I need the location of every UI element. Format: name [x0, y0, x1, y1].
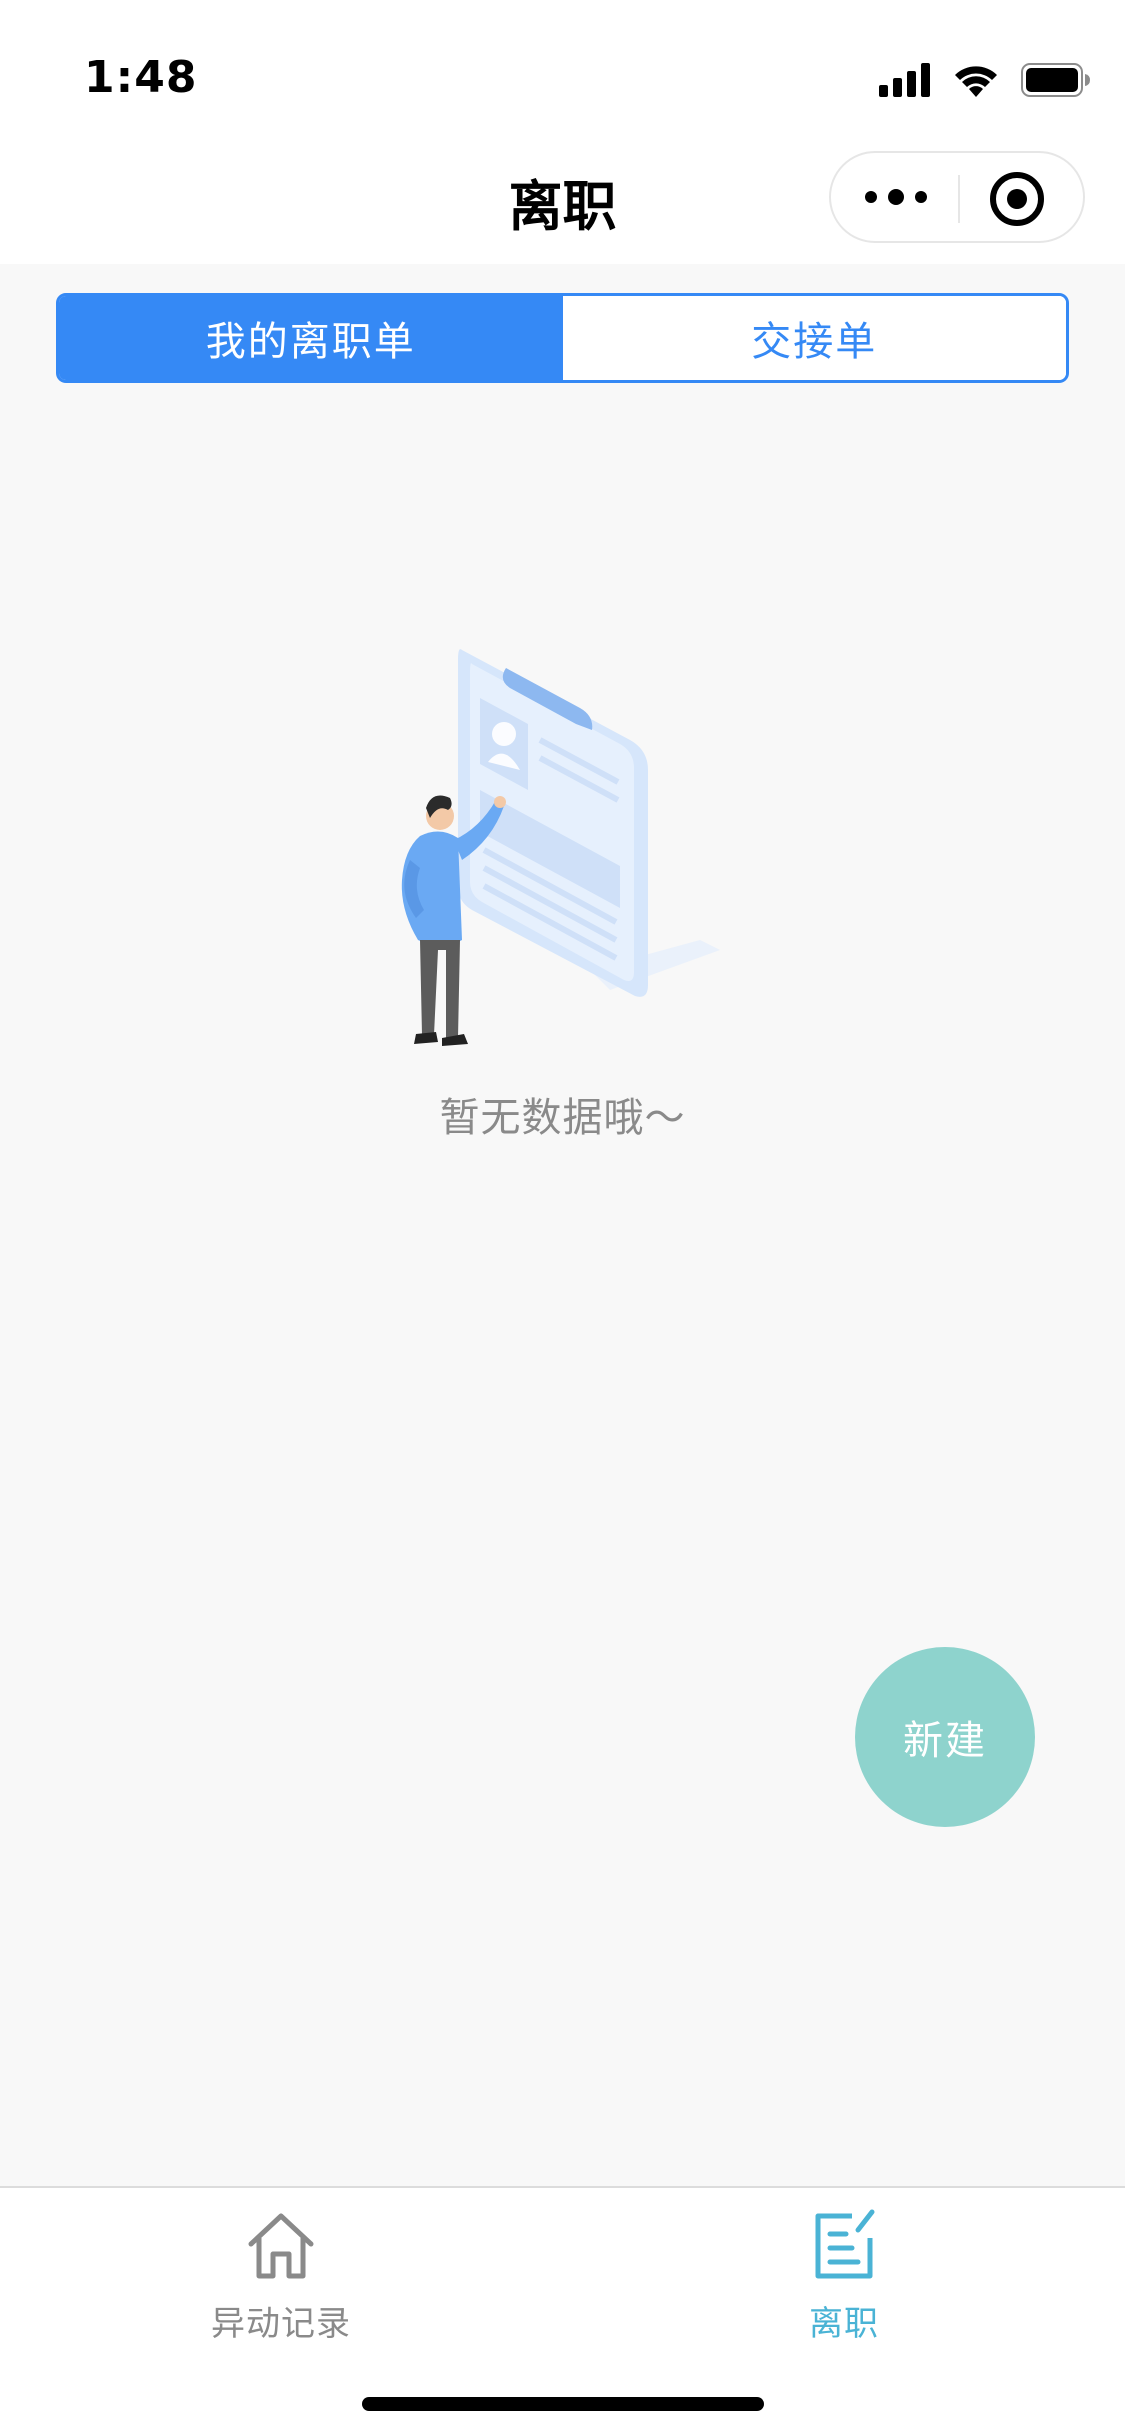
tabbar-item-records[interactable]: 异动记录	[151, 2208, 411, 2358]
capsule-divider	[958, 175, 960, 223]
empty-clipboard-illustration	[401, 649, 720, 1046]
wifi-icon	[955, 66, 997, 97]
empty-state-message: 暂无数据哦～	[439, 1095, 686, 1141]
tabbar-item-resignation[interactable]: 离职	[714, 2208, 974, 2358]
battery-icon	[1021, 63, 1090, 97]
nav-bar: 离职	[0, 132, 1125, 264]
tabbar-label-resignation: 离职	[809, 2304, 879, 2344]
status-icons	[879, 60, 1091, 100]
target-icon[interactable]	[987, 169, 1047, 229]
signal-icon	[879, 63, 930, 97]
home-indicator	[362, 2397, 764, 2411]
mini-program-capsule	[829, 151, 1085, 243]
tabbar-label-records: 异动记录	[211, 2304, 351, 2344]
tab-my-resignation[interactable]: 我的离职单	[59, 296, 563, 380]
status-time: 1:48	[84, 52, 198, 103]
status-bar: 1:48	[0, 0, 1125, 132]
segmented-tabs: 我的离职单 交接单	[56, 293, 1069, 383]
tab-handover[interactable]: 交接单	[562, 296, 1066, 380]
screen: 1:48 离职 我的离职单 交接单 暂无数据哦～ 新建 异动记录 离职	[0, 0, 1125, 2436]
home-icon	[248, 2213, 314, 2279]
edit-document-icon	[815, 2209, 875, 2279]
more-icon[interactable]	[861, 177, 931, 217]
new-button[interactable]: 新建	[855, 1647, 1035, 1827]
